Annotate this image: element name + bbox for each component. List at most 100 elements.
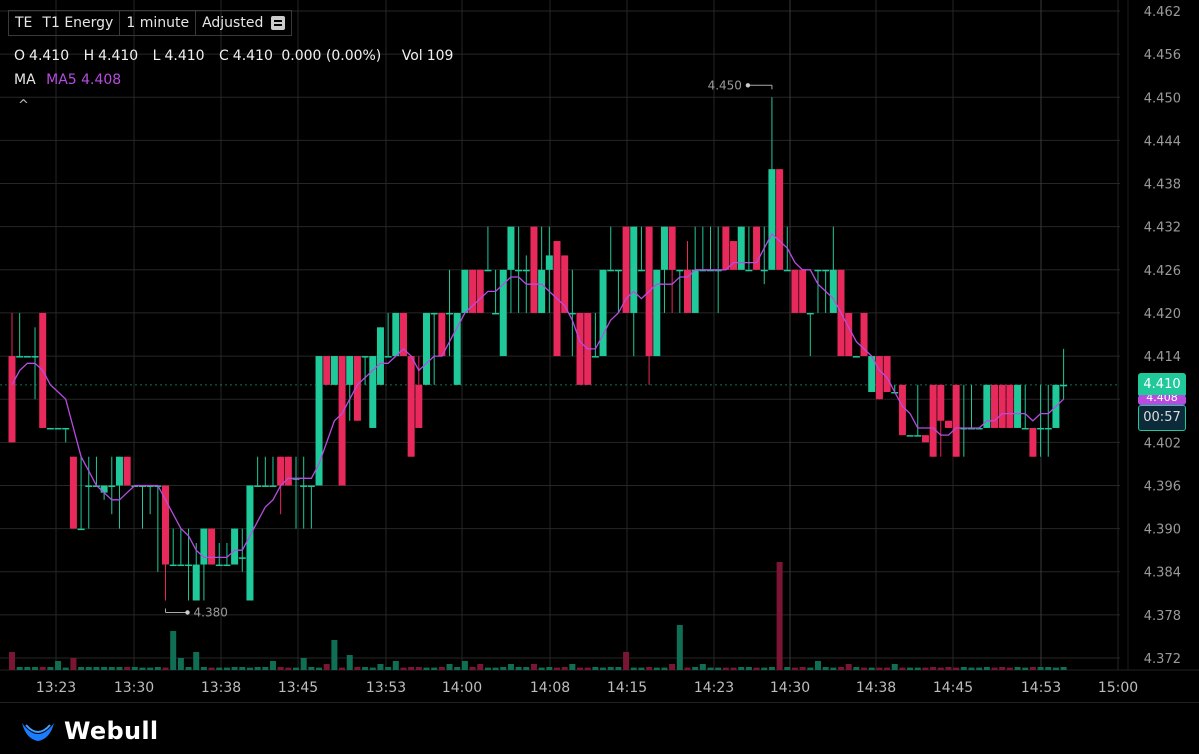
volume-bar	[32, 667, 39, 670]
volume-bar	[607, 667, 614, 670]
volume-bar	[523, 667, 530, 670]
volume-bar	[753, 667, 760, 670]
volume-bar	[339, 667, 346, 670]
volume-bar	[807, 667, 814, 670]
candle-body	[200, 528, 208, 565]
candle-body	[545, 255, 553, 270]
volume-bar	[699, 664, 706, 670]
volume-bar	[461, 661, 468, 670]
x-tick-label: 15:00	[1098, 680, 1138, 696]
volume-bar	[577, 667, 584, 670]
candle-body	[883, 356, 891, 393]
x-tick-label: 13:45	[278, 680, 318, 696]
volume-bar	[960, 667, 967, 670]
candle-body	[599, 269, 607, 357]
candle-body	[845, 312, 853, 357]
volume-bar	[822, 667, 829, 670]
candle-body	[238, 557, 246, 559]
volume-bar	[438, 667, 445, 670]
candle-body	[875, 356, 883, 400]
candle-body	[944, 420, 952, 428]
volume-bar	[1029, 667, 1036, 670]
volume-bar	[354, 667, 361, 670]
ma-legend: MA MA5 4.408	[14, 72, 121, 88]
volume-bar	[584, 667, 591, 670]
candle-body	[261, 485, 269, 487]
volume-bar	[845, 664, 852, 670]
settings-icon[interactable]	[271, 16, 286, 30]
volume-bar	[216, 667, 223, 670]
x-tick-label: 14:38	[856, 680, 896, 696]
candle-body	[668, 226, 676, 270]
y-tick-label: 4.390	[1144, 523, 1181, 538]
volume-bar	[922, 667, 929, 670]
volume-bar	[991, 667, 998, 670]
high-value: 4.410	[98, 48, 139, 64]
candle-body	[492, 312, 500, 315]
candle-body	[637, 269, 645, 272]
y-tick-label: 4.384	[1144, 566, 1181, 581]
candle-body	[215, 564, 223, 567]
x-tick-label: 14:45	[933, 680, 973, 696]
candle-body	[77, 528, 85, 531]
volume-bar	[538, 667, 545, 670]
volume-bar	[78, 667, 85, 670]
volume-bar	[600, 667, 607, 670]
candle-body	[998, 384, 1006, 428]
candle-body	[776, 169, 784, 270]
candle-body	[591, 356, 599, 358]
volume-bar	[953, 667, 960, 670]
x-tick-label: 13:38	[201, 680, 241, 696]
volume-bar	[170, 631, 177, 670]
volume-bar	[177, 658, 184, 670]
candle-body	[277, 456, 285, 486]
ma-label[interactable]: MA	[14, 72, 36, 88]
candle-body	[62, 427, 70, 430]
candle-body	[415, 384, 423, 428]
volume-bar	[768, 667, 775, 670]
volume-bar	[692, 667, 699, 670]
y-tick-label: 4.444	[1144, 134, 1181, 149]
candle-body	[538, 269, 546, 313]
close-label: C	[219, 48, 229, 64]
volume-bar	[124, 667, 131, 670]
webull-logo[interactable]: Webull	[20, 717, 158, 745]
volume-label: Vol	[401, 48, 423, 64]
close-value: 4.410	[232, 48, 273, 64]
volume-bar	[638, 667, 645, 670]
volume-bar	[139, 667, 146, 670]
candle-body	[921, 435, 929, 443]
volume-bar	[277, 667, 284, 670]
symbol-box[interactable]: TE T1 Energy	[8, 10, 121, 36]
price-chart[interactable]: 4.462 4.456 4.450 4.444 4.438 4.432 4.426 4.420…	[0, 0, 1199, 702]
volume-bar	[300, 658, 307, 670]
change-value: 0.000 (0.00%)	[281, 48, 382, 64]
x-tick-label: 13:53	[366, 680, 406, 696]
volume-bar	[623, 652, 630, 670]
candle-body	[16, 356, 24, 358]
volume-bar	[615, 667, 622, 670]
volume-bar	[262, 667, 269, 670]
candle-body	[937, 384, 945, 421]
candle-body	[515, 269, 523, 272]
volume-bar	[676, 625, 683, 670]
volume-bars	[9, 562, 1067, 670]
volume-bar	[70, 658, 77, 670]
candle-body	[438, 312, 446, 357]
price-axis: 4.462 4.456 4.450 4.444 4.438 4.432 4.426 4.420…	[1144, 5, 1181, 667]
candle-body	[1021, 427, 1029, 430]
volume-bar	[530, 664, 537, 670]
y-tick-label: 4.420	[1144, 307, 1181, 322]
volume-bar	[193, 652, 200, 670]
volume-bar	[930, 667, 937, 670]
volume-bar	[346, 655, 353, 670]
candle-body	[300, 485, 308, 487]
volume-bar	[853, 667, 860, 670]
collapse-caret-icon[interactable]: ^	[18, 98, 29, 113]
interval-selector[interactable]: 1 minute	[120, 10, 197, 36]
candle-body	[561, 255, 569, 313]
volume-bar	[738, 667, 745, 670]
adjust-selector[interactable]: Adjusted	[196, 10, 293, 36]
volume-bar	[968, 667, 975, 670]
candle-body	[806, 312, 814, 315]
